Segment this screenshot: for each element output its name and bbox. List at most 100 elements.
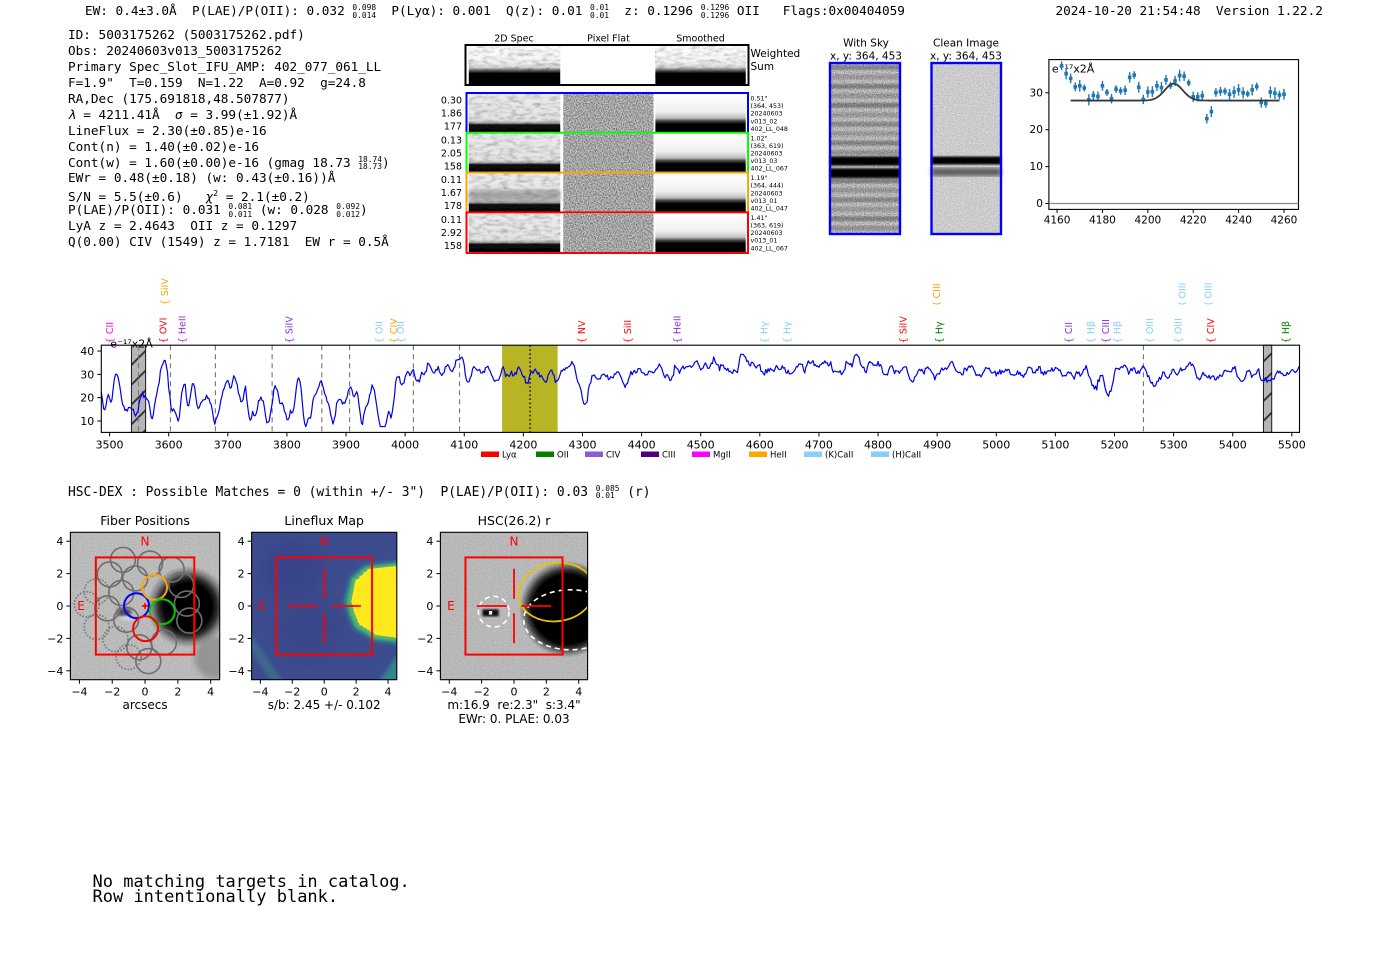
figure-shape: [655, 173, 746, 213]
hsc-ytick: 2: [426, 568, 433, 581]
flux-data-point: [1209, 109, 1214, 114]
twod-row-weight: 1.67: [441, 188, 462, 199]
twod-row-id: 20240603: [751, 151, 783, 158]
figure-shape: [563, 46, 654, 84]
info-line: Cont(n) = 1.40(±0.02)e-16: [68, 138, 259, 154]
info-line: Cont(w) = 1.60(±0.00)e-16 (gmag 18.73 18…: [68, 154, 390, 172]
legend-label: CIV: [606, 451, 620, 461]
legend-label: MgII: [713, 451, 731, 461]
figure-shape: [655, 94, 746, 133]
flux-data-point: [1241, 91, 1245, 95]
hsc-xtick: 2: [543, 686, 550, 699]
flux-data-point: [1173, 79, 1177, 83]
clean-xy: x, y: 364, 453: [930, 51, 1002, 63]
flux-data-point: [1082, 86, 1087, 90]
fiber-xtick: 2: [174, 686, 181, 699]
spec-ytick: 30: [80, 368, 94, 381]
line-id-label: { Hβ: [1281, 321, 1292, 343]
spec-xtick: 4500: [687, 438, 715, 451]
info-line: ID: 5003175262 (5003175262.pdf): [68, 27, 305, 42]
figure-shape: [931, 63, 1001, 234]
clean-title: Clean Image: [933, 38, 999, 50]
lineflux-title: Lineflux Map: [284, 513, 364, 528]
figure-shape: [251, 532, 397, 680]
legend-swatch: [641, 451, 659, 457]
figure-shape: [488, 611, 493, 615]
zoom-ytick: 0: [1036, 198, 1043, 210]
line-id-label: { OVI: [158, 318, 169, 344]
twod-row-id: 1.02": [751, 135, 768, 142]
math-symbol: σ: [174, 106, 183, 122]
spec-xtick: 3500: [96, 438, 124, 451]
figure-shape: [655, 133, 746, 173]
line-id-label: { Hγ: [760, 321, 771, 343]
flux-data-point: [1146, 90, 1150, 94]
hsc-dex-match-line: HSC-DEX : Possible Matches = 0 (within +…: [68, 483, 651, 501]
figure-shape: [468, 133, 561, 173]
line-id-label: { Hγ: [783, 321, 794, 343]
fiber-ytick: 0: [56, 600, 63, 613]
twod-col-title: Smoothed: [676, 34, 725, 45]
lower-uncertainty: 0.1296: [700, 10, 730, 20]
fiber-xtick: 4: [207, 686, 214, 699]
fiber-north-label: N: [141, 534, 150, 548]
line-id-label: { CIV: [1206, 318, 1217, 343]
fiber-ytick: −4: [47, 665, 63, 678]
spec-xtick: 5200: [1100, 438, 1128, 451]
figure-shape: [655, 46, 746, 84]
stacked-uncertainty: 0.085 0.01: [595, 484, 620, 501]
flux-data-point: [1077, 83, 1082, 88]
spectrum-line: [100, 353, 1300, 428]
lower-uncertainty: 0.01: [595, 491, 615, 501]
hsc-caption-morphology: m:16.9 re:2.3" s:3.4": [447, 698, 580, 712]
flux-data-point: [1200, 93, 1205, 98]
twod-row-weight: 158: [444, 161, 462, 172]
hsc-ytick: 0: [426, 600, 433, 613]
figure-shape: [563, 133, 654, 173]
masked-band: [1262, 344, 1273, 433]
flux-data-point: [1136, 85, 1141, 90]
flux-data-point: [1114, 87, 1118, 91]
twod-row-weight: 2.05: [441, 148, 462, 159]
flux-data-point: [1236, 88, 1241, 92]
info-line: λ = 4211.41Å σ = 3.99(±1.92)Å: [68, 106, 298, 122]
flux-data-point: [1155, 83, 1159, 88]
withsky-xy: x, y: 364, 453: [830, 51, 902, 63]
hsc-east-label: E: [447, 599, 455, 613]
line-id-label: { Hβ: [1112, 321, 1123, 343]
stacked-uncertainty: 0.098 0.014: [352, 4, 376, 19]
line-id-label: { OII: [396, 321, 407, 343]
lineflux-xtick: 2: [353, 686, 360, 699]
twod-row-weight: 0.13: [441, 135, 462, 146]
flux-data-point: [1100, 83, 1105, 88]
twod-row-id: 402_LL_067: [751, 245, 788, 252]
flux-data-point: [1250, 88, 1255, 92]
line-id-label: { HeII: [673, 316, 684, 344]
twod-row-weight: 0.11: [441, 215, 462, 226]
lower-uncertainty: 0.012: [336, 210, 360, 220]
flux-data-point: [1150, 89, 1155, 94]
spec-xtick: 3700: [214, 438, 242, 451]
spec-xtick: 4200: [509, 438, 537, 451]
lineflux-ytick: −4: [228, 665, 244, 678]
line-id-label: ( OIII: [1203, 283, 1214, 306]
twod-row-id: 20240603: [751, 111, 783, 118]
spec-ytick: 40: [80, 345, 94, 358]
flux-data-point: [1132, 73, 1137, 77]
flux-data-point: [1186, 81, 1191, 85]
withsky-title: With Sky: [843, 38, 889, 50]
spec-unit-label: e⁻¹⁷x2Å: [110, 338, 153, 351]
twod-row-weight: 1.86: [441, 109, 462, 120]
zoom-xtick: 4240: [1225, 214, 1252, 226]
flux-data-point: [1268, 90, 1273, 94]
flux-data-point: [1182, 74, 1186, 79]
spec-xtick: 5300: [1160, 438, 1188, 451]
legend-swatch: [692, 451, 710, 457]
legend-label: CIII: [662, 451, 675, 461]
hsc-north-label: N: [510, 534, 519, 548]
flux-data-point: [1227, 92, 1232, 97]
line-id-label: { SiIV: [284, 316, 295, 344]
flux-data-point: [1118, 89, 1123, 93]
legend-swatch: [481, 451, 499, 457]
spec-xtick: 5000: [982, 438, 1010, 451]
